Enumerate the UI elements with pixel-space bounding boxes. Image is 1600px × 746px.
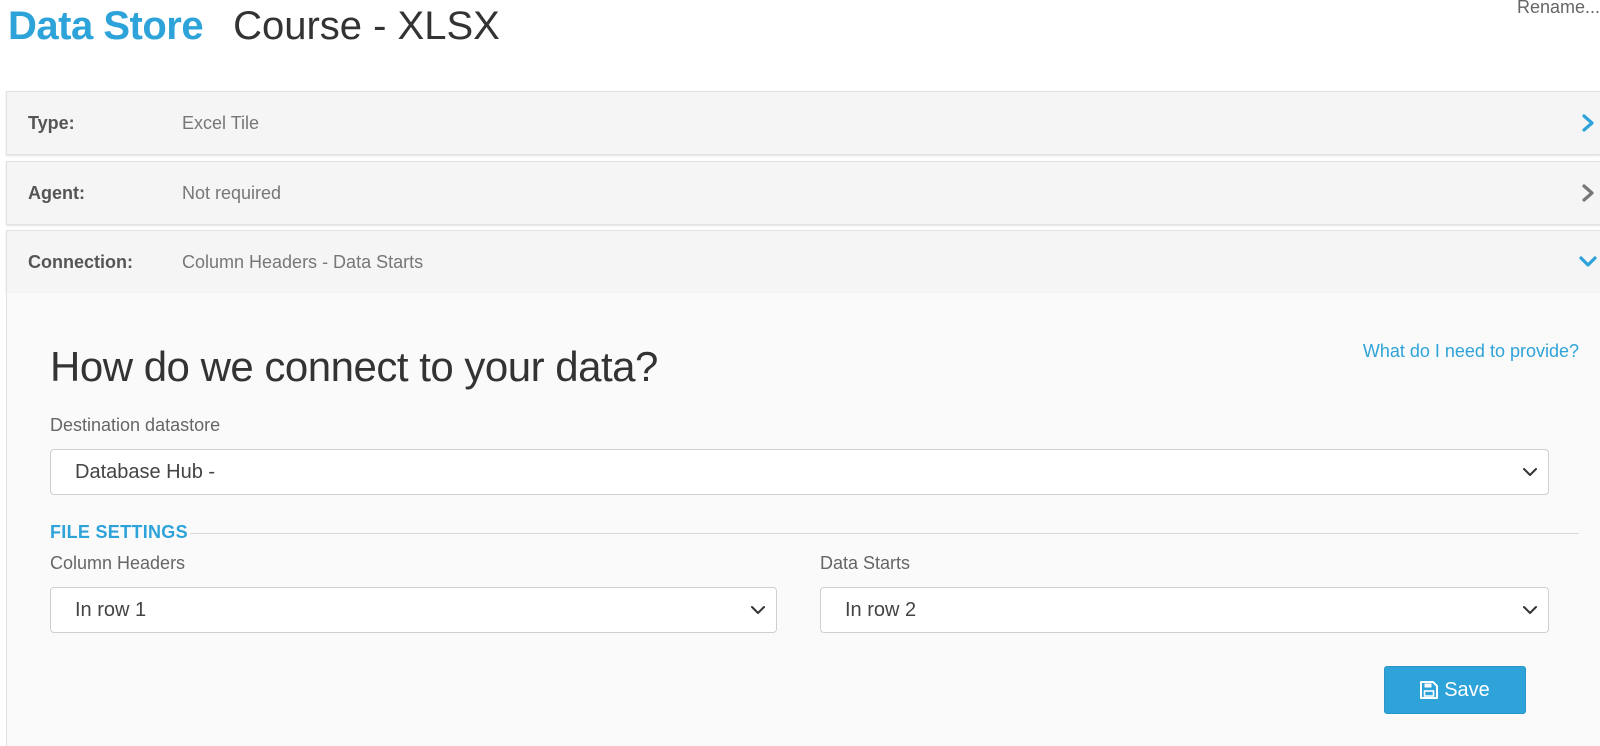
destination-selected: Database Hub - — [75, 460, 216, 483]
chevron-right-icon[interactable] — [1578, 113, 1598, 133]
data-starts-selected: In row 2 — [845, 598, 917, 621]
save-label: Save — [1444, 678, 1490, 701]
file-settings-title: FILE SETTINGS — [50, 522, 188, 542]
column-headers-label: Column Headers — [50, 553, 186, 573]
chevron-right-icon[interactable] — [1578, 183, 1598, 203]
data-starts-label: Data Starts — [820, 553, 911, 573]
save-button[interactable]: Save — [1384, 666, 1526, 714]
data-starts-select[interactable]: In row 2 — [820, 587, 1549, 633]
column-headers-select[interactable]: In row 1 — [50, 587, 777, 633]
summary-row-agent[interactable]: Agent: Not required — [6, 161, 1600, 225]
destination-select[interactable]: Database Hub - — [50, 449, 1549, 495]
row-label: Connection: — [28, 251, 133, 272]
rename-link[interactable]: Rename... — [1517, 0, 1600, 18]
section-divider — [190, 533, 1579, 534]
brand-title: Data Store — [8, 4, 204, 48]
chevron-down-icon — [751, 606, 765, 614]
row-value: Not required — [182, 182, 282, 203]
row-value: Excel Tile — [182, 112, 260, 133]
row-label: Agent: — [28, 182, 85, 203]
connection-panel: What do I need to provide? How do we con… — [6, 293, 1600, 746]
page-title: Course - XLSX — [233, 4, 500, 48]
summary-row-connection[interactable]: Connection: Column Headers - Data Starts — [6, 230, 1600, 294]
save-icon — [1420, 681, 1439, 699]
panel-heading: How do we connect to your data? — [50, 343, 658, 390]
column-headers-selected: In row 1 — [75, 598, 147, 621]
chevron-down-icon — [1523, 468, 1537, 476]
help-link[interactable]: What do I need to provide? — [1363, 341, 1579, 362]
chevron-down-icon[interactable] — [1578, 252, 1598, 272]
page-header: Data Store Course - XLSX — [8, 0, 500, 60]
row-label: Type: — [28, 112, 75, 133]
row-value: Column Headers - Data Starts — [182, 251, 424, 272]
destination-label: Destination datastore — [50, 415, 221, 435]
chevron-down-icon — [1523, 606, 1537, 614]
summary-row-type[interactable]: Type: Excel Tile — [6, 91, 1600, 155]
